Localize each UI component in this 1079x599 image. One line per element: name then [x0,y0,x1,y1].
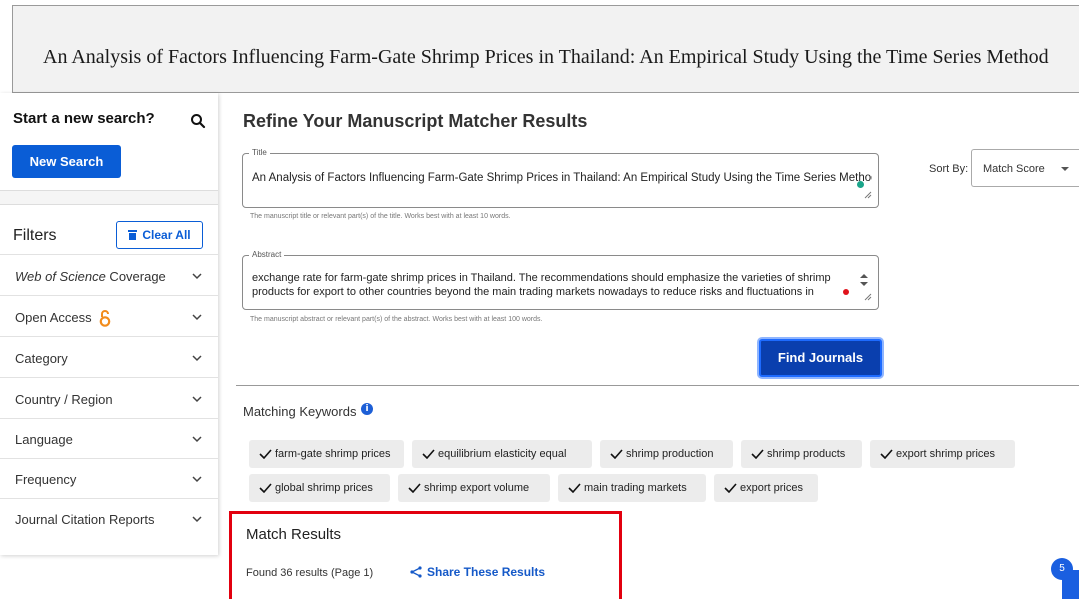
title-helper-text: The manuscript title or relevant part(s)… [250,213,511,220]
filter-category[interactable]: Category [0,338,218,378]
filter-label: Country / Region [15,392,113,407]
banner-title: An Analysis of Factors Influencing Farm-… [43,46,1049,68]
check-icon [751,449,764,459]
check-icon [610,449,623,459]
filter-label: Journal Citation Reports [15,512,155,527]
keyword-chip[interactable]: main trading markets [558,474,706,502]
info-icon[interactable]: i [361,403,373,415]
keyword-chip[interactable]: global shrimp prices [249,474,390,502]
share-results-link[interactable]: Share These Results [410,565,545,579]
sort-by-value: Match Score [983,163,1045,175]
match-results-heading: Match Results [246,526,342,543]
abstract-field[interactable]: Abstract exchange rate for farm-gate shr… [242,250,879,310]
filter-sidebar: Start a new search? New Search Filters C… [0,93,218,555]
grammar-error-dot [843,289,849,295]
filters-header: Filters Clear All [0,205,218,255]
clear-all-label: Clear All [142,228,191,242]
new-search-button[interactable]: New Search [12,145,121,178]
check-icon [408,483,421,493]
chevron-down-icon [192,273,202,280]
section-divider [0,191,218,205]
check-icon [259,449,272,459]
resize-handle-icon[interactable] [864,293,872,301]
check-icon [880,449,893,459]
filter-frequency[interactable]: Frequency [0,459,218,499]
grammar-status-dot [857,181,864,188]
keyword-chip[interactable]: shrimp products [741,440,862,468]
resize-handle-icon[interactable] [864,191,872,199]
keyword-chip[interactable]: farm-gate shrimp prices [249,440,404,468]
search-icon[interactable] [190,113,206,129]
open-access-icon [99,310,111,327]
chevron-down-icon [192,355,202,362]
filter-label: Open Access [15,310,111,327]
chevron-down-icon [192,396,202,403]
check-icon [422,449,435,459]
clear-all-button[interactable]: Clear All [116,221,203,249]
chevron-down-icon [192,516,202,523]
keyword-chip[interactable]: shrimp production [600,440,733,468]
keyword-chip[interactable]: equilibrium elasticity equal [412,440,592,468]
filter-journal-citation-reports[interactable]: Journal Citation Reports [0,499,218,539]
new-search-section: Start a new search? New Search [0,93,218,191]
check-icon [259,483,272,493]
filter-web-of-science-coverage[interactable]: Web of Science Coverage [0,256,218,296]
results-count: Found 36 results (Page 1) [246,567,374,579]
filters-label: Filters [13,227,57,244]
share-icon [410,566,422,578]
abstract-field-legend: Abstract [249,250,285,259]
abstract-helper-text: The manuscript abstract or relevant part… [250,316,543,323]
check-icon [724,483,737,493]
title-field-value[interactable]: An Analysis of Factors Influencing Farm-… [252,172,872,184]
matching-keywords-heading: Matching Keywords [243,404,357,419]
chevron-down-icon [192,476,202,483]
sort-by-select[interactable]: Match Score [971,149,1079,187]
keyword-chip[interactable]: export prices [714,474,818,502]
filter-country-region[interactable]: Country / Region [0,379,218,419]
filter-language[interactable]: Language [0,419,218,459]
find-journals-button[interactable]: Find Journals [759,339,882,377]
title-field-legend: Title [249,148,270,157]
check-icon [568,483,581,493]
page-title: Refine Your Manuscript Matcher Results [243,111,588,131]
scroll-arrows-icon[interactable] [860,274,868,286]
filter-label: Category [15,351,68,366]
filter-label: Web of Science Coverage [15,269,166,284]
abstract-line-2[interactable]: products for export to other countries b… [252,286,842,298]
chevron-down-icon [192,436,202,443]
trash-icon [128,230,138,240]
match-results-highlight [229,511,622,599]
abstract-line-1[interactable]: exchange rate for farm-gate shrimp price… [252,272,852,284]
section-divider [236,385,1079,386]
filter-label: Language [15,432,73,447]
notification-badge[interactable]: 5 [1051,558,1073,580]
keyword-chip[interactable]: export shrimp prices [870,440,1015,468]
filter-label: Frequency [15,472,77,487]
filter-open-access[interactable]: Open Access [0,297,218,337]
sort-by-label: Sort By: [929,163,969,175]
keyword-chip[interactable]: shrimp export volume [398,474,550,502]
chevron-down-icon [192,314,202,321]
search-heading: Start a new search? [13,110,155,127]
title-field[interactable]: Title An Analysis of Factors Influencing… [242,148,879,208]
caret-down-icon [1061,167,1069,171]
manuscript-title-banner: An Analysis of Factors Influencing Farm-… [12,5,1079,93]
